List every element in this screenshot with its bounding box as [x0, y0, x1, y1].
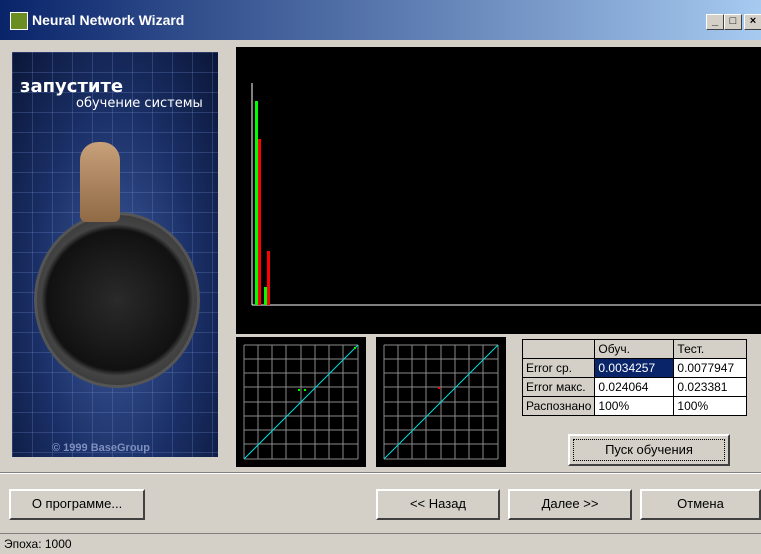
separator — [0, 472, 761, 474]
telegraph-dial-graphic — [34, 212, 200, 388]
wizard-banner-image: запустите обучение системы © 1999 BaseGr… — [12, 52, 218, 457]
train-scatter-plot — [236, 337, 366, 467]
train-point — [298, 389, 300, 391]
banner-copyright: © 1999 BaseGroup — [52, 442, 150, 454]
status-bar: Эпоха: 1000 — [0, 533, 761, 554]
train-point — [304, 389, 306, 391]
title-bar: Neural Network Wizard _ □ × — [0, 0, 761, 40]
next-button[interactable]: Далее >> — [508, 489, 632, 520]
about-button[interactable]: О программе... — [9, 489, 145, 520]
test-point — [438, 387, 440, 389]
row-label: Error ср. — [521, 358, 596, 378]
close-button[interactable]: × — [744, 14, 761, 30]
histogram-bar-test-2 — [267, 251, 270, 305]
histogram-bar-test-1 — [258, 139, 261, 305]
error-table: Обуч. Тест. Error ср. 0.0034257 0.007794… — [521, 339, 748, 416]
start-training-button[interactable]: Пуск обучения — [568, 434, 730, 466]
cancel-button[interactable]: Отмена — [640, 489, 761, 520]
window-title: Neural Network Wizard — [32, 12, 185, 28]
banner-heading: запустите — [20, 76, 124, 97]
table-corner — [521, 339, 596, 359]
table-cell[interactable]: 0.0077947 — [673, 358, 748, 378]
table-header-row: Обуч. Тест. — [521, 339, 748, 359]
banner-subheading: обучение системы — [76, 96, 203, 111]
table-row: Error ср. 0.0034257 0.0077947 — [521, 358, 748, 378]
column-header-train: Обуч. — [594, 339, 675, 359]
train-scatter-svg — [243, 344, 359, 460]
hand-graphic — [80, 142, 120, 222]
training-histogram — [236, 47, 761, 334]
row-label: Распознано — [521, 396, 596, 416]
maximize-button[interactable]: □ — [724, 14, 742, 30]
test-scatter-svg — [383, 344, 499, 460]
row-label: Error макс. — [521, 377, 596, 397]
histogram-bar-train-2 — [264, 287, 267, 305]
epoch-status: Эпоха: 1000 — [4, 537, 72, 551]
table-row: Распознано 100% 100% — [521, 396, 748, 416]
minimize-button[interactable]: _ — [706, 14, 724, 30]
test-scatter-plot — [376, 337, 506, 467]
table-row: Error макс. 0.024064 0.023381 — [521, 377, 748, 397]
histogram-svg — [251, 83, 761, 306]
table-cell[interactable]: 0.023381 — [673, 377, 748, 397]
train-point — [354, 347, 356, 349]
histogram-bar-train-1 — [255, 101, 258, 305]
column-header-test: Тест. — [673, 339, 748, 359]
table-cell[interactable]: 100% — [673, 396, 748, 416]
table-cell[interactable]: 0.0034257 — [594, 358, 675, 378]
back-button[interactable]: << Назад — [376, 489, 500, 520]
table-cell[interactable]: 100% — [594, 396, 675, 416]
table-cell[interactable]: 0.024064 — [594, 377, 675, 397]
app-icon — [10, 12, 28, 30]
